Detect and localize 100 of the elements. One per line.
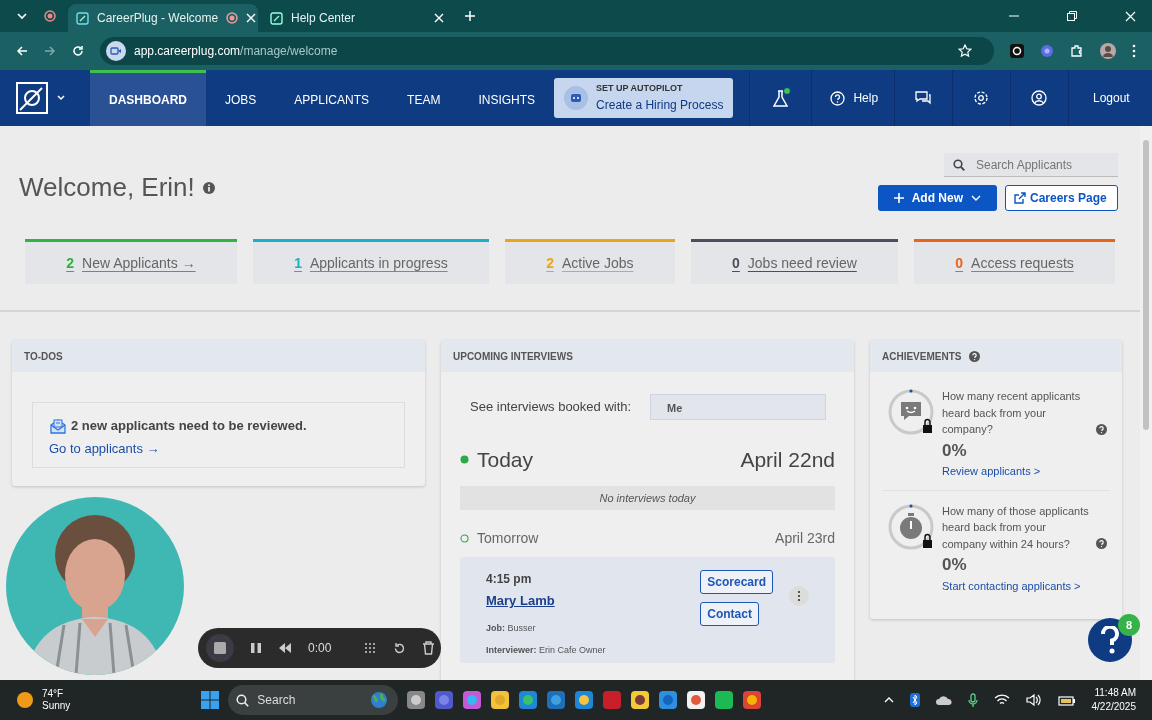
record-icon[interactable] bbox=[44, 10, 56, 22]
puzzle-icon[interactable] bbox=[1070, 44, 1084, 58]
achievement-question: How many of those applicants heard back from your company within 24 hours? bbox=[942, 503, 1090, 552]
extension-icon[interactable] bbox=[1010, 44, 1024, 58]
clock[interactable]: 11:48 AM 4/22/2025 bbox=[1091, 686, 1136, 714]
stopwatch-badge-icon bbox=[888, 502, 934, 550]
stat-link[interactable]: 1 Applicants in progress bbox=[294, 252, 448, 274]
menu-icon[interactable] bbox=[1132, 44, 1136, 58]
applicant-name-link[interactable]: Mary Lamb bbox=[486, 591, 555, 611]
caret-icon[interactable] bbox=[56, 93, 66, 103]
stat-card[interactable]: 0 Jobs need review bbox=[690, 239, 899, 284]
more-options-icon[interactable] bbox=[789, 586, 809, 606]
new-tab-icon[interactable] bbox=[464, 10, 476, 22]
stat-card[interactable]: 2 New Applicants → bbox=[25, 239, 237, 284]
achievement-question: How many recent applicants heard back from your company? bbox=[942, 389, 1082, 437]
reload-icon[interactable] bbox=[72, 45, 84, 57]
taskbar-app-icon[interactable] bbox=[742, 690, 763, 710]
stat-card[interactable]: 0 Access requests bbox=[914, 239, 1116, 284]
wifi-icon[interactable] bbox=[993, 694, 1010, 706]
restart-icon[interactable] bbox=[393, 641, 407, 655]
browser-tab[interactable]: Help Center bbox=[262, 4, 452, 32]
sun-icon bbox=[16, 691, 34, 709]
taskbar-app-icon[interactable] bbox=[490, 690, 511, 710]
nav-tab[interactable]: APPLICANTS bbox=[275, 70, 389, 126]
stop-icon[interactable] bbox=[206, 634, 234, 662]
nav-tab[interactable]: INSIGHTS bbox=[459, 70, 555, 126]
restore-icon[interactable] bbox=[1067, 11, 1077, 21]
tab-list-icon[interactable] bbox=[16, 10, 28, 22]
help-chat-button[interactable] bbox=[1088, 618, 1132, 662]
help-icon bbox=[830, 90, 846, 106]
weather-text: Sunny bbox=[42, 700, 71, 712]
interviewer-select[interactable]: Me bbox=[650, 394, 826, 420]
windows-start-icon[interactable] bbox=[200, 690, 221, 710]
applicants-link[interactable]: Go to applicants → bbox=[49, 438, 160, 458]
rewind-icon[interactable] bbox=[278, 642, 292, 654]
achievement-link[interactable]: Review applicants > bbox=[942, 463, 1041, 480]
logo-icon[interactable] bbox=[16, 82, 48, 114]
user-icon bbox=[1031, 90, 1048, 106]
action-button[interactable]: Scorecard bbox=[700, 570, 773, 594]
chevron-up-icon[interactable] bbox=[883, 695, 894, 705]
help-icon[interactable] bbox=[1096, 423, 1107, 435]
flask-icon bbox=[770, 87, 791, 109]
envelope-icon bbox=[49, 416, 67, 435]
stat-link[interactable]: 0 Jobs need review bbox=[732, 252, 857, 274]
info-icon[interactable] bbox=[202, 182, 215, 194]
bookmark-star-icon[interactable] bbox=[958, 44, 972, 58]
achievement-value: 0% bbox=[942, 439, 967, 462]
settings-icon bbox=[973, 90, 990, 106]
add-new-button[interactable]: Add New bbox=[877, 185, 997, 211]
panel-title: UPCOMING INTERVIEWS bbox=[441, 340, 854, 372]
careers-page-button[interactable]: Careers Page bbox=[1005, 185, 1118, 211]
stat-link[interactable]: 2 New Applicants → bbox=[66, 252, 196, 274]
nav-tab[interactable]: DASHBOARD bbox=[90, 70, 206, 126]
back-icon[interactable] bbox=[16, 45, 28, 57]
action-button[interactable]: Contact bbox=[700, 602, 759, 626]
taskbar-app-icon[interactable] bbox=[574, 690, 595, 710]
taskbar-app-icon[interactable] bbox=[406, 690, 427, 710]
taskbar-app-icon[interactable] bbox=[686, 690, 707, 710]
stat-card[interactable]: 2 Active Jobs bbox=[504, 239, 675, 284]
taskbar-app-icon[interactable] bbox=[462, 690, 483, 710]
day-date: April 22nd bbox=[740, 447, 835, 473]
cloud-icon[interactable] bbox=[935, 695, 952, 705]
taskbar-app-icon[interactable] bbox=[518, 690, 539, 710]
url-text: app.careerplug.com/manage/welcome bbox=[134, 43, 338, 60]
close-icon[interactable] bbox=[434, 13, 444, 23]
delete-icon[interactable] bbox=[422, 641, 436, 655]
nav-tab[interactable]: TEAM bbox=[388, 70, 460, 126]
battery-icon[interactable] bbox=[1057, 694, 1076, 706]
browser-tab[interactable]: CareerPlug - Welcome bbox=[68, 4, 258, 32]
taskbar-app-icon[interactable] bbox=[630, 690, 651, 710]
taskbar-search[interactable]: Search bbox=[228, 685, 399, 715]
day-label: Today bbox=[477, 447, 534, 473]
pause-icon[interactable] bbox=[250, 642, 262, 654]
camera-icon bbox=[106, 41, 126, 61]
autopilot-button[interactable]: SET UP AUTOPILOT Create a Hiring Process bbox=[554, 78, 734, 118]
panel-title: TO-DOS bbox=[12, 340, 425, 372]
todo-message: 2 new applicants need to be reviewed. bbox=[71, 417, 307, 435]
help-icon bbox=[1101, 626, 1119, 654]
microphone-icon[interactable] bbox=[967, 693, 978, 707]
address-bar[interactable]: app.careerplug.com/manage/welcome bbox=[100, 37, 994, 65]
close-icon[interactable] bbox=[246, 13, 257, 23]
nav-tab[interactable]: JOBS bbox=[206, 70, 276, 126]
stat-link[interactable]: 2 Active Jobs bbox=[546, 252, 634, 274]
weather-widget[interactable]: 74°F Sunny bbox=[16, 688, 71, 712]
speaker-icon[interactable] bbox=[1025, 694, 1042, 706]
panel-title: ACHIEVEMENTS bbox=[882, 349, 962, 364]
search-field[interactable]: Search Applicants bbox=[944, 153, 1118, 177]
close-icon[interactable] bbox=[1125, 10, 1136, 22]
scrollbar[interactable] bbox=[1140, 126, 1152, 680]
bluetooth-icon[interactable] bbox=[909, 693, 920, 707]
taskbar-app-icon[interactable] bbox=[714, 690, 735, 710]
achievement-value: 0% bbox=[942, 554, 967, 576]
forward-icon[interactable] bbox=[44, 45, 56, 57]
stat-card[interactable]: 1 Applicants in progress bbox=[252, 239, 489, 284]
help-icon[interactable] bbox=[1096, 538, 1107, 549]
stat-link[interactable]: 0 Access requests bbox=[955, 252, 1074, 274]
profile-avatar-icon[interactable] bbox=[1100, 43, 1116, 59]
achievement-link[interactable]: Start contacting applicants > bbox=[942, 577, 1081, 594]
grid-icon[interactable] bbox=[363, 641, 378, 655]
help-icon[interactable] bbox=[969, 350, 981, 362]
